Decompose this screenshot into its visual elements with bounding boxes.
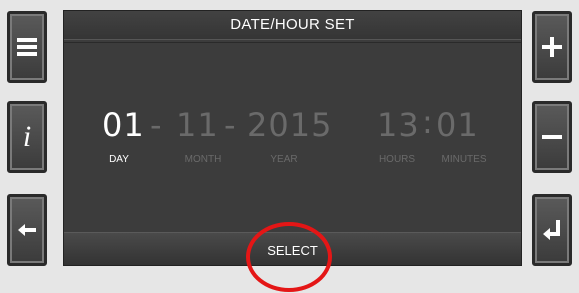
- time-separator: :: [422, 103, 433, 141]
- menu-button[interactable]: [7, 11, 47, 83]
- info-icon: i: [22, 120, 32, 153]
- month-label: MONTH: [184, 154, 222, 165]
- date-separator: -: [224, 106, 236, 144]
- plus-icon: [542, 37, 562, 57]
- month-value[interactable]: 11: [176, 106, 219, 144]
- header-divider: [64, 42, 521, 43]
- day-label: DAY: [109, 154, 129, 165]
- plus-button[interactable]: [532, 11, 572, 83]
- minus-button[interactable]: [532, 101, 572, 173]
- screen-title: DATE/HOUR SET: [64, 11, 521, 40]
- minus-icon: [542, 135, 562, 139]
- menu-icon: [17, 38, 37, 56]
- date-separator: -: [150, 106, 162, 144]
- back-arrow-icon: [18, 224, 36, 236]
- minutes-label: MINUTES: [441, 154, 487, 165]
- year-label: YEAR: [270, 154, 298, 165]
- info-button[interactable]: i: [7, 101, 47, 173]
- highlight-circle: [246, 222, 332, 292]
- hours-label: HOURS: [378, 154, 416, 165]
- hours-value[interactable]: 13: [377, 106, 420, 144]
- enter-button[interactable]: [532, 194, 572, 266]
- day-value[interactable]: 01: [102, 106, 145, 144]
- year-value[interactable]: 2015: [247, 106, 332, 144]
- back-button[interactable]: [7, 194, 47, 266]
- minutes-value[interactable]: 01: [436, 106, 479, 144]
- enter-icon: [543, 220, 560, 240]
